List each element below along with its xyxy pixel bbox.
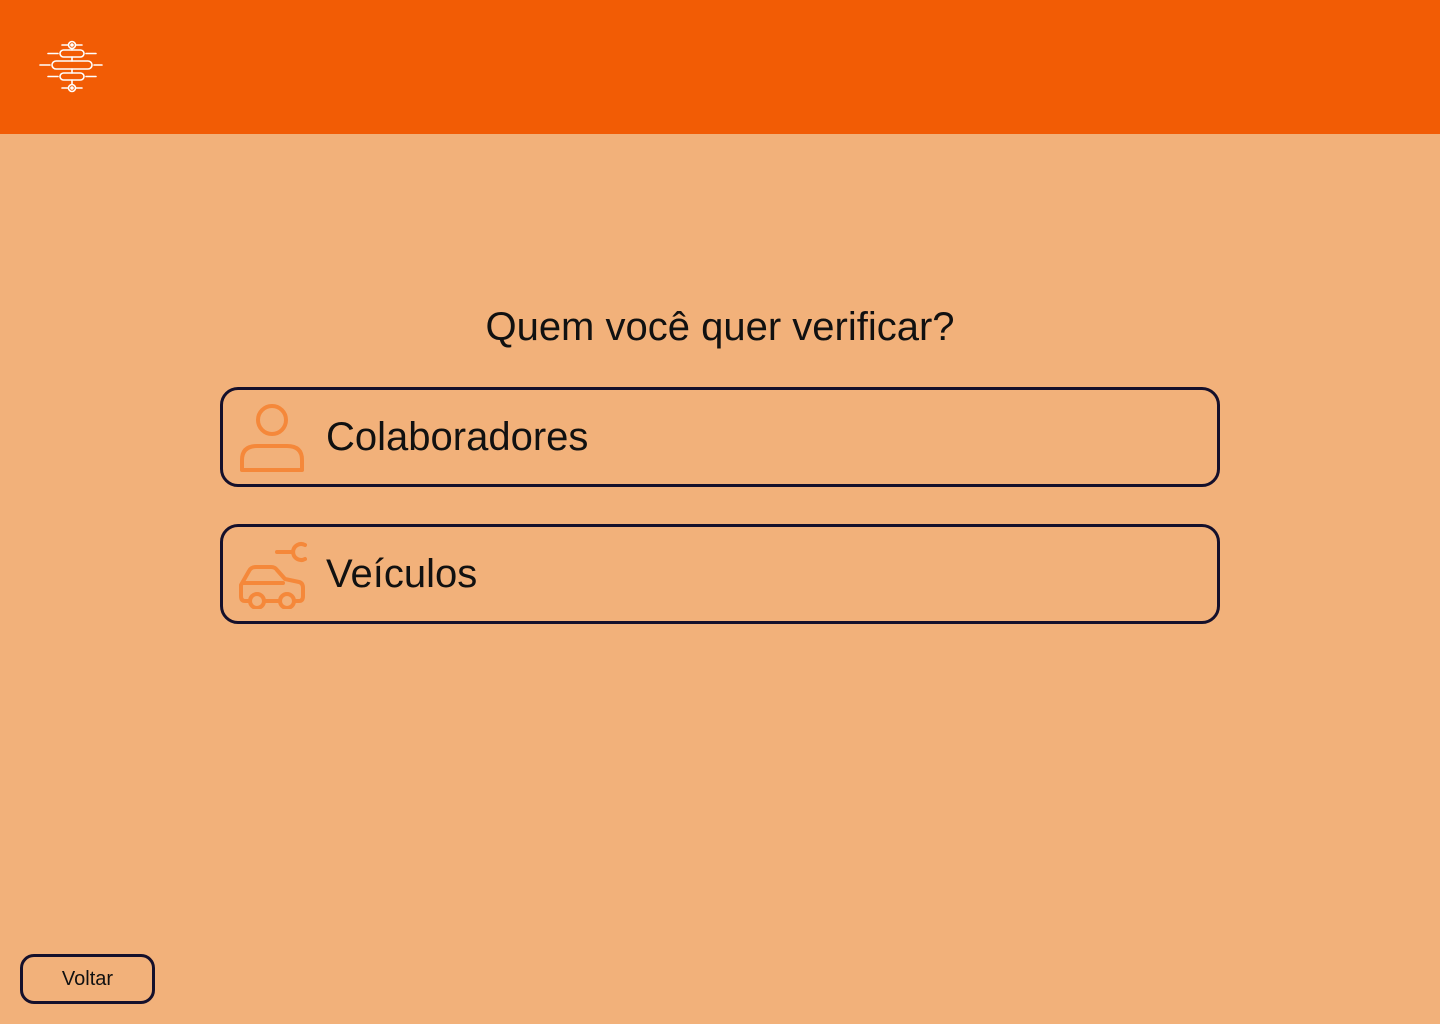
option-colaboradores[interactable]: Colaboradores: [220, 387, 1220, 487]
top-bar: [0, 0, 1440, 134]
circuit-logo-icon[interactable]: [38, 38, 106, 96]
option-label: Veículos: [326, 552, 478, 596]
car-wrench-icon: [237, 541, 307, 609]
option-veiculos[interactable]: Veículos: [220, 524, 1220, 624]
person-icon: [237, 404, 307, 472]
option-label: Colaboradores: [326, 415, 589, 459]
page-question: Quem você quer verificar?: [485, 305, 955, 349]
back-button[interactable]: Voltar: [20, 954, 155, 1004]
